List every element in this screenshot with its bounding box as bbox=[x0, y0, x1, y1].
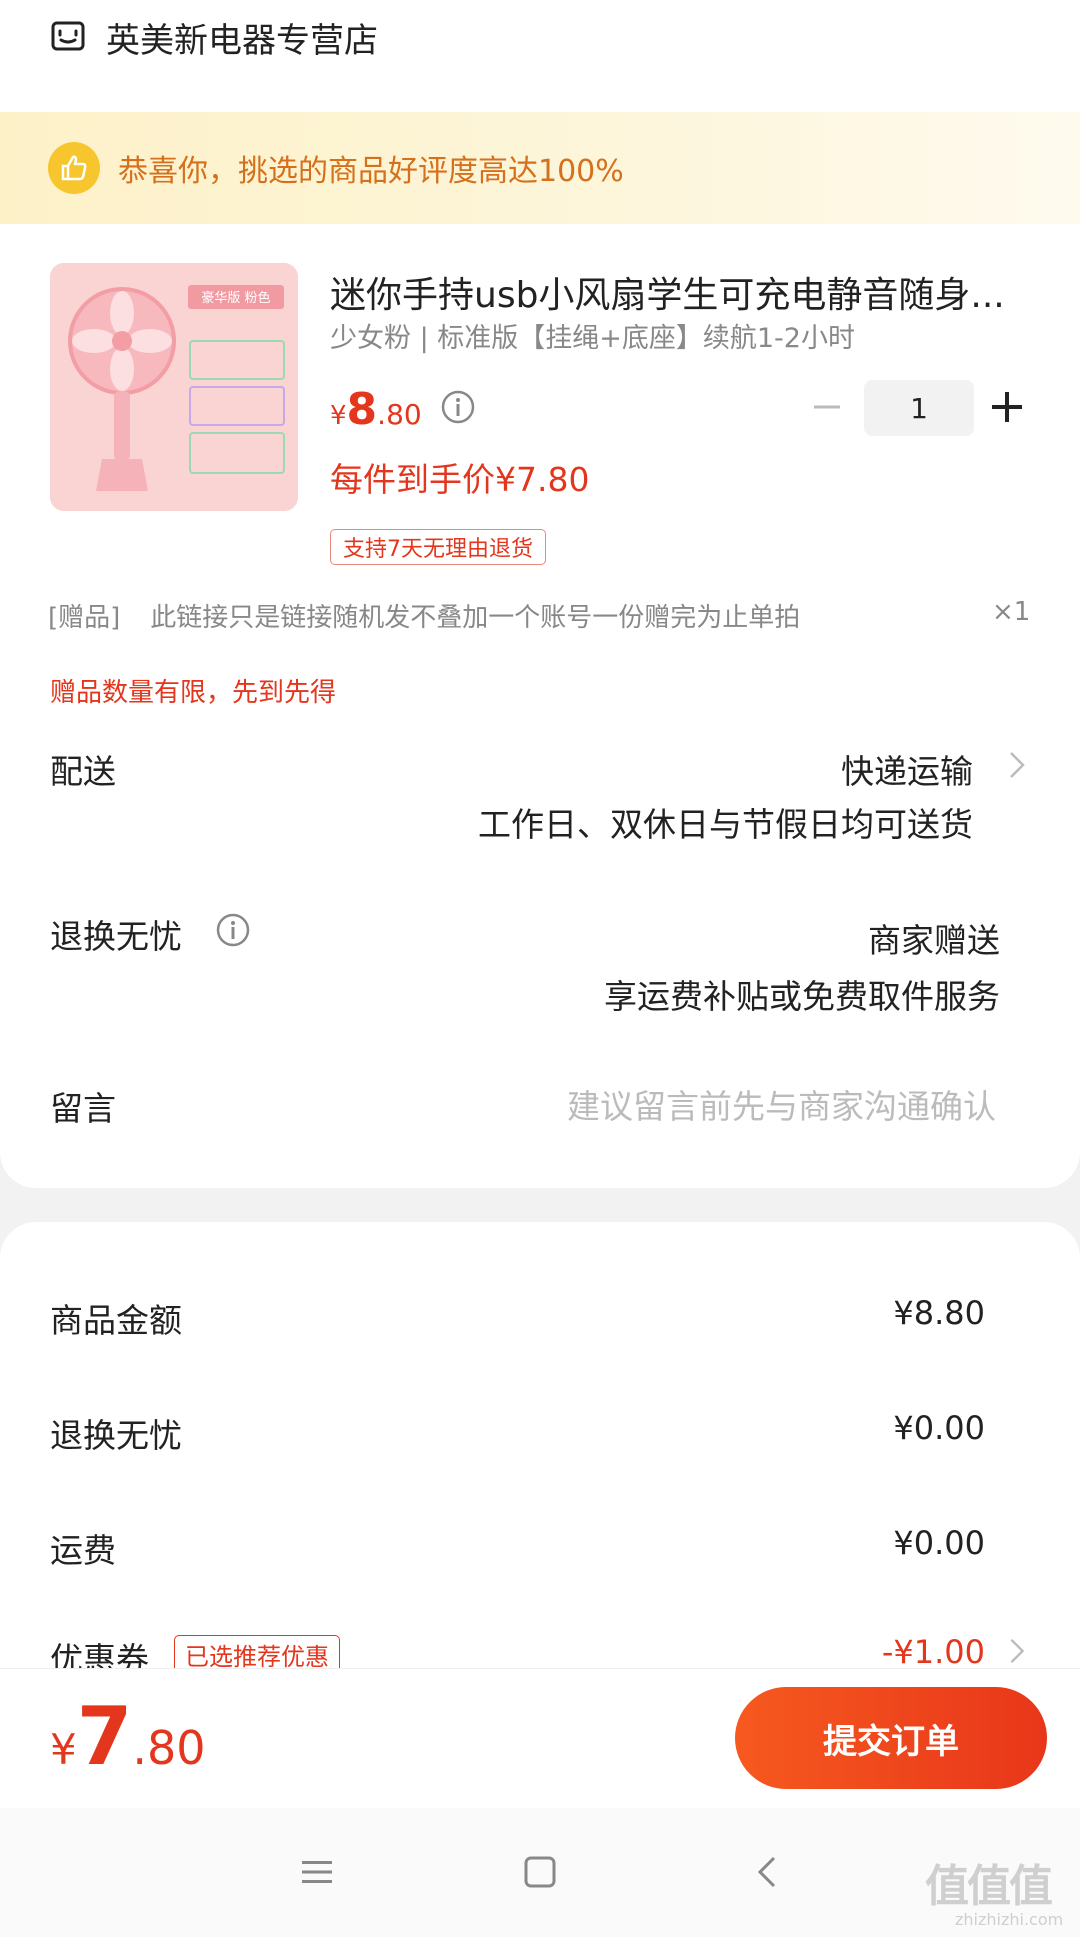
delivery-method[interactable]: 快递运输 bbox=[841, 745, 973, 793]
total-currency: ¥ bbox=[50, 1725, 77, 1774]
rating-banner: 恭喜你，挑选的商品好评度高达100% bbox=[0, 112, 1080, 224]
gift-text: 此链接只是链接随机发不叠加一个账号一份赠完为止单拍 bbox=[150, 603, 801, 633]
watermark-url: zhizhizhi.com bbox=[955, 1910, 1064, 1929]
fan-illustration: 豪华版 粉色 bbox=[50, 263, 298, 511]
delivery-note: 工作日、双休日与节假日均可送货 bbox=[478, 805, 973, 844]
product-title[interactable]: 迷你手持usb小风扇学生可充电静音随身... bbox=[330, 266, 1010, 318]
banner-text: 恭喜你，挑选的商品好评度高达100% bbox=[118, 154, 624, 189]
quantity-input[interactable]: 1 bbox=[864, 380, 974, 436]
product-spec[interactable]: 少女粉 | 标准版【挂绳+底座】续航1-2小时 bbox=[330, 316, 855, 355]
shop-icon bbox=[51, 21, 85, 51]
gift-row: [赠品] 此链接只是链接随机发不叠加一个账号一份赠完为止单拍 bbox=[48, 597, 800, 634]
price-info-icon[interactable] bbox=[440, 389, 476, 425]
goods-amount-value: ¥8.80 bbox=[893, 1294, 985, 1332]
product-image[interactable]: 豪华版 粉色 bbox=[50, 263, 298, 511]
message-input[interactable]: 建议留言前先与商家沟通确认 bbox=[567, 1080, 996, 1128]
submit-order-button[interactable]: 提交订单 bbox=[735, 1687, 1047, 1789]
message-label: 留言 bbox=[50, 1089, 116, 1128]
chevron-right-icon[interactable] bbox=[1008, 750, 1026, 780]
watermark: 值值值 bbox=[925, 1861, 1053, 1912]
product-price: ¥ 8 .80 bbox=[330, 384, 422, 435]
image-label: 豪华版 粉色 bbox=[201, 290, 270, 306]
shipping-label: 运费 bbox=[50, 1531, 116, 1570]
delivery-label: 配送 bbox=[50, 752, 116, 791]
returns-note: 享运费补贴或免费取件服务 bbox=[604, 977, 1000, 1016]
returns-info-icon[interactable] bbox=[215, 912, 251, 948]
price-integer: 8 bbox=[346, 384, 378, 435]
quantity-decrease-button[interactable] bbox=[812, 392, 842, 422]
gift-count: ×1 bbox=[992, 597, 1031, 627]
quantity-increase-button[interactable] bbox=[990, 390, 1024, 424]
returns-fee-value: ¥0.00 bbox=[893, 1409, 985, 1447]
menu-icon[interactable] bbox=[300, 1855, 334, 1889]
price-currency: ¥ bbox=[330, 401, 347, 431]
returns-fee-label: 退换无忧 bbox=[50, 1416, 182, 1455]
coupon-value[interactable]: -¥1.00 bbox=[882, 1633, 985, 1671]
total-price: ¥ 7 .80 bbox=[50, 1690, 206, 1783]
total-integer: 7 bbox=[76, 1690, 133, 1783]
gift-tag: [赠品] bbox=[48, 603, 121, 633]
price-decimal: .80 bbox=[377, 398, 422, 431]
return-policy-tag: 支持7天无理由退货 bbox=[330, 529, 546, 565]
returns-value: 商家赠送 bbox=[868, 921, 1000, 960]
shop-name: 英美新电器专营店 bbox=[106, 20, 378, 61]
back-icon[interactable] bbox=[750, 1855, 784, 1889]
minus-icon bbox=[814, 405, 840, 409]
shop-header[interactable]: 英美新电器专营店 bbox=[50, 12, 378, 62]
returns-label: 退换无忧 bbox=[50, 917, 182, 956]
thumbs-up-icon bbox=[48, 142, 100, 194]
home-icon[interactable] bbox=[523, 1855, 557, 1889]
goods-amount-label: 商品金额 bbox=[50, 1301, 182, 1340]
unit-price: 每件到手价¥7.80 bbox=[330, 460, 590, 499]
shipping-value: ¥0.00 bbox=[893, 1524, 985, 1562]
coupon-chevron-icon[interactable] bbox=[1008, 1637, 1026, 1665]
total-decimal: .80 bbox=[132, 1721, 206, 1775]
gift-limit-note: 赠品数量有限，先到先得 bbox=[50, 678, 337, 708]
